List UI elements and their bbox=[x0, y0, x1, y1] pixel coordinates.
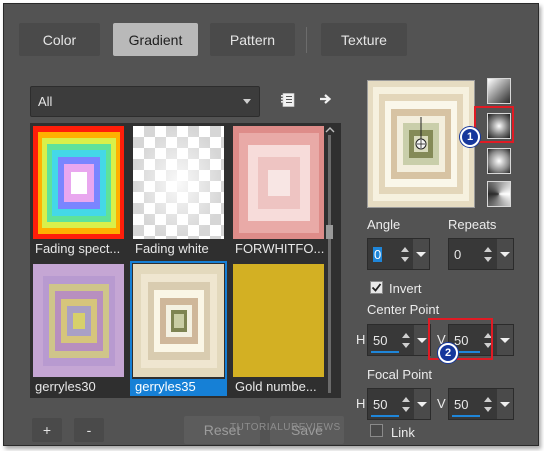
repeats-stepper[interactable] bbox=[482, 239, 495, 269]
scrollbar-track bbox=[328, 135, 331, 393]
gradient-item-forwhitfo[interactable]: FORWHITFO... bbox=[230, 123, 327, 256]
palette-list-icon[interactable] bbox=[278, 89, 298, 111]
repeats-field[interactable]: 0 bbox=[448, 238, 514, 270]
gradient-item-fading-white[interactable]: Fading white bbox=[130, 123, 227, 256]
gradient-thumbnail bbox=[233, 126, 324, 239]
invert-label: Invert bbox=[389, 281, 422, 296]
callout-badge-1: 1 bbox=[460, 127, 480, 147]
chevron-down-icon[interactable] bbox=[497, 239, 513, 269]
tab-divider bbox=[306, 27, 307, 53]
chevron-down-icon[interactable] bbox=[414, 389, 430, 419]
angle-field[interactable]: 0 bbox=[367, 238, 430, 270]
callout-badge-2: 2 bbox=[438, 343, 458, 363]
add-button[interactable]: + bbox=[32, 418, 62, 442]
chevron-down-icon[interactable] bbox=[497, 325, 513, 355]
focal-h-field[interactable]: 50 bbox=[367, 388, 431, 420]
angle-label: Angle bbox=[367, 217, 401, 232]
gradient-thumbnail bbox=[233, 264, 324, 377]
invert-checkbox[interactable] bbox=[370, 281, 383, 294]
repeats-label: Repeats bbox=[448, 217, 497, 232]
gradient-label: gerryles35 bbox=[130, 379, 227, 396]
radial-style-icon[interactable] bbox=[487, 181, 511, 207]
focal-v-slider[interactable] bbox=[452, 415, 480, 417]
gradient-gallery: Fading spect... Fading white FORWHITFO..… bbox=[30, 123, 341, 398]
gradient-thumbnail bbox=[33, 264, 124, 377]
focal-v-field[interactable]: 50 bbox=[448, 388, 514, 420]
gradient-label: Fading spect... bbox=[35, 241, 121, 256]
linear-style-icon[interactable] bbox=[487, 78, 511, 104]
gradient-item-gerryles35[interactable]: gerryles35 bbox=[130, 261, 227, 396]
focal-h-label: H bbox=[356, 396, 366, 411]
gradient-label: gerryles30 bbox=[35, 379, 96, 394]
gradient-label: Gold numbe... bbox=[235, 379, 317, 394]
tab-color[interactable]: Color bbox=[19, 23, 100, 56]
chevron-down-icon[interactable] bbox=[497, 389, 513, 419]
gradient-item-gerryles30[interactable]: gerryles30 bbox=[30, 261, 127, 394]
checkmark-icon bbox=[371, 283, 382, 292]
focal-v-label: V bbox=[437, 396, 446, 411]
scrollbar-thumb[interactable] bbox=[326, 225, 333, 239]
center-point-label: Center Point bbox=[367, 302, 440, 317]
category-select-value: All bbox=[38, 94, 53, 109]
focal-point-label: Focal Point bbox=[367, 367, 433, 382]
gradient-label: Fading white bbox=[135, 241, 209, 256]
focal-h-slider[interactable] bbox=[371, 415, 399, 417]
center-h-field[interactable]: 50 bbox=[367, 324, 431, 356]
tab-gradient[interactable]: Gradient bbox=[113, 23, 198, 56]
focal-v-value: 50 bbox=[454, 397, 469, 412]
remove-button[interactable]: - bbox=[74, 418, 104, 442]
category-select[interactable]: All bbox=[30, 86, 260, 117]
sunburst-style-icon[interactable] bbox=[487, 148, 511, 174]
center-h-label: H bbox=[356, 332, 366, 347]
tab-pattern[interactable]: Pattern bbox=[210, 23, 295, 56]
tab-texture[interactable]: Texture bbox=[321, 23, 407, 56]
focal-h-value: 50 bbox=[373, 397, 388, 412]
angle-value: 0 bbox=[373, 247, 383, 262]
gradient-item-gold-number[interactable]: Gold numbe... bbox=[230, 261, 327, 394]
gradient-item-fading-spectrum[interactable]: Fading spect... bbox=[30, 123, 127, 256]
gradient-preview[interactable] bbox=[367, 80, 475, 208]
angle-stepper[interactable] bbox=[399, 239, 412, 269]
gallery-scrollbar[interactable] bbox=[324, 125, 336, 398]
callout-box-1 bbox=[474, 106, 514, 143]
focal-v-stepper[interactable] bbox=[482, 389, 495, 419]
gradient-thumbnail bbox=[133, 126, 224, 239]
gradient-thumbnail bbox=[133, 264, 224, 377]
repeats-value: 0 bbox=[454, 247, 462, 262]
chevron-down-icon[interactable] bbox=[413, 239, 429, 269]
center-h-value: 50 bbox=[373, 333, 388, 348]
watermark-text: TUTORIALUREVIEWS bbox=[230, 422, 341, 433]
focal-h-stepper[interactable] bbox=[400, 389, 413, 419]
gradient-preview-image bbox=[368, 81, 474, 207]
link-label: Link bbox=[391, 425, 415, 440]
center-h-slider[interactable] bbox=[371, 351, 399, 353]
gradient-label: FORWHITFO... bbox=[235, 241, 325, 256]
chevron-down-icon bbox=[243, 99, 251, 104]
link-checkbox[interactable] bbox=[370, 424, 383, 437]
right-arrow-icon[interactable] bbox=[316, 89, 336, 109]
scroll-up-icon[interactable] bbox=[324, 125, 336, 135]
gradient-thumbnail bbox=[33, 126, 124, 239]
center-h-stepper[interactable] bbox=[400, 325, 413, 355]
